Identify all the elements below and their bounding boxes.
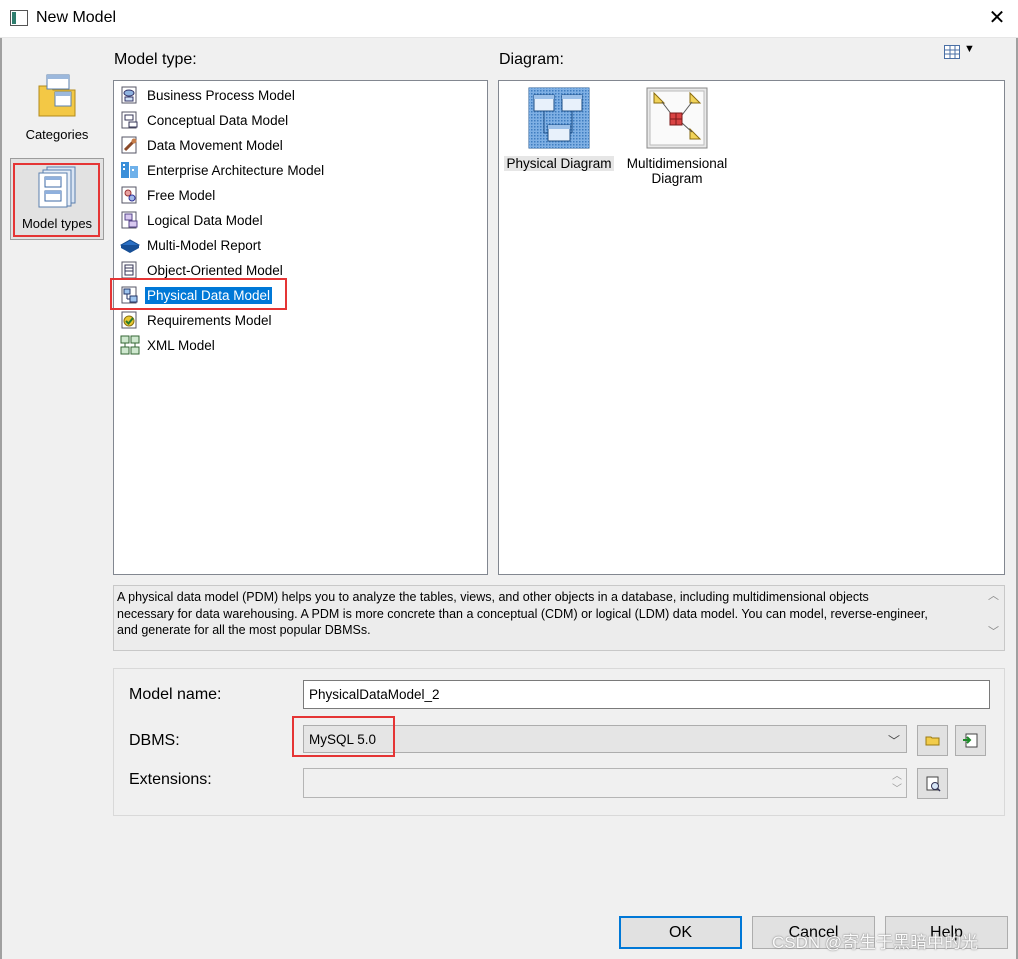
list-item[interactable]: Conceptual Data Model [120,109,290,131]
chevron-down-icon: ▼ [964,43,975,55]
model-name-input[interactable] [303,680,990,709]
object-oriented-model-icon [121,261,137,279]
diagram-item-physical[interactable]: Physical Diagram [499,87,619,171]
chevron-down-icon: ﹀ [887,734,900,748]
description-scrollbar[interactable]: ︿ ﹀ [984,587,1003,649]
title-bar: New Model ✕ [0,0,1018,38]
multidimensional-diagram-label-line2: Diagram [651,171,703,186]
list-item[interactable]: Requirements Model [120,309,274,331]
list-item[interactable]: Multi-Model Report [120,234,263,256]
requirements-model-icon [121,311,137,329]
model-name-label: Model name: [129,686,222,703]
model-type-list[interactable]: Business Process Model Conceptual Data M… [113,80,488,575]
import-icon [963,733,978,748]
data-movement-model-icon [121,136,137,154]
diagram-item-multidimensional[interactable]: Multidimensional Diagram [617,87,737,186]
app-icon [10,10,28,26]
xml-model-icon [120,335,140,355]
extensions-spinner[interactable]: ︿ ﹀ [892,770,902,796]
physical-diagram-icon [528,87,590,149]
model-description: A physical data model (PDM) helps you to… [113,585,1005,651]
enterprise-architecture-model-icon [121,162,138,178]
list-item[interactable]: Free Model [120,184,217,206]
free-model-icon [121,186,137,204]
business-process-model-icon [121,86,137,104]
spin-up-icon[interactable]: ︿ [892,770,902,783]
highlight-box-physical-data-model [110,278,287,310]
highlight-box-model-types [13,163,100,237]
categories-icon [38,74,76,117]
dbms-label: DBMS: [129,732,180,749]
list-item[interactable]: Logical Data Model [120,209,265,231]
list-item[interactable]: Business Process Model [120,84,297,106]
watermark: CSDN @寄生于黑暗中的光 [772,933,979,952]
select-extensions-icon [926,776,941,792]
extensions-input[interactable]: ︿ ﹀ [303,768,907,798]
extensions-label: Extensions: [129,771,212,788]
physical-diagram-label: Physical Diagram [504,156,614,171]
folder-icon [925,736,940,746]
categories-label: Categories [25,127,89,142]
dbms-browse-button[interactable] [917,725,948,756]
window-frame-left [0,38,2,959]
list-item[interactable]: Enterprise Architecture Model [120,159,326,181]
scroll-down-icon[interactable]: ﹀ [984,623,1003,639]
diagram-label: Diagram: [499,51,564,68]
dbms-import-button[interactable] [955,725,986,756]
list-item[interactable]: XML Model [120,334,217,356]
model-type-label: Model type: [114,51,197,68]
conceptual-data-model-icon [121,111,138,129]
scroll-up-icon[interactable]: ︿ [984,587,1003,603]
window-title: New Model [36,9,117,26]
logical-data-model-icon [121,211,138,229]
categories-button[interactable]: Categories [10,72,104,152]
multi-model-report-icon [120,239,140,253]
extensions-select-button[interactable] [917,768,948,799]
list-item[interactable]: Data Movement Model [120,134,285,156]
diagram-list[interactable]: Physical Diagram Multidimensional Diagra… [498,80,1005,575]
spin-down-icon[interactable]: ﹀ [892,783,902,796]
close-button[interactable]: ✕ [986,6,1008,30]
multidimensional-diagram-label-line1: Multidimensional [626,156,728,171]
multidimensional-diagram-icon [646,87,708,149]
view-mode-dropdown[interactable]: ▼ [944,43,978,63]
list-view-icon [944,45,960,59]
highlight-box-dbms [292,716,395,757]
ok-button[interactable]: OK [619,916,742,949]
